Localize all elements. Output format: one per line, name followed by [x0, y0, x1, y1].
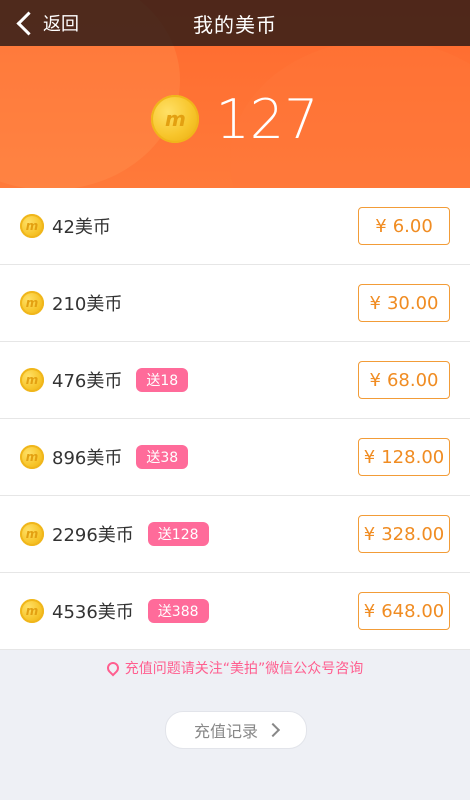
list-item: m 210美币 ¥ 30.00	[0, 265, 470, 342]
price-value: 68.00	[386, 369, 439, 391]
price-value: 648.00	[381, 600, 445, 622]
price-button[interactable]: ¥ 328.00	[358, 515, 450, 553]
coin-icon: m	[20, 445, 44, 469]
navbar: 返回 我的美币	[0, 0, 470, 46]
coin-icon: m	[20, 368, 44, 392]
price-button[interactable]: ¥ 128.00	[358, 438, 450, 476]
coin-icon: m	[20, 214, 44, 238]
coin-icon: m	[151, 95, 200, 143]
list-item: m 896美币 送38 ¥ 128.00	[0, 419, 470, 496]
package-label: 2296美币	[52, 525, 134, 546]
price-button[interactable]: ¥ 6.00	[358, 207, 450, 245]
bonus-badge: 送18	[136, 368, 189, 392]
price-button[interactable]: ¥ 68.00	[358, 361, 450, 399]
package-label: 4536美币	[52, 602, 134, 623]
package-label: 476美币	[52, 371, 123, 392]
history-label: 充值记录	[193, 722, 258, 741]
list-item: m 42美币 ¥ 6.00	[0, 188, 470, 265]
price-value: 328.00	[381, 523, 445, 545]
package-label: 42美币	[52, 217, 111, 238]
bonus-badge: 送38	[136, 445, 189, 469]
package-list: m 42美币 ¥ 6.00 m 210美币 ¥ 30.00 m 476美币 送1…	[0, 188, 470, 650]
currency-symbol: ¥	[369, 369, 381, 391]
list-item: m 4536美币 送388 ¥ 648.00	[0, 573, 470, 650]
coin-icon: m	[20, 291, 44, 315]
recharge-history-button[interactable]: 充值记录	[165, 711, 307, 749]
price-button[interactable]: ¥ 648.00	[358, 592, 450, 630]
support-notice: 充值问题请关注“美拍”微信公众号咨询	[0, 658, 470, 678]
price-value: 6.00	[392, 215, 433, 237]
bonus-badge: 送388	[147, 599, 209, 623]
coin-icon: m	[20, 522, 44, 546]
price-value: 128.00	[381, 446, 445, 468]
location-pin-icon	[104, 659, 122, 677]
page-title: 我的美币	[193, 12, 277, 37]
balance-amount: 127	[215, 87, 319, 151]
coin-icon: m	[20, 599, 44, 623]
currency-symbol: ¥	[375, 215, 387, 237]
price-value: 30.00	[386, 292, 439, 314]
bonus-badge: 送128	[147, 522, 209, 546]
balance-display: m 127	[0, 84, 470, 154]
list-item: m 2296美币 送128 ¥ 328.00	[0, 496, 470, 573]
package-label: 896美币	[52, 448, 123, 469]
list-item: m 476美币 送18 ¥ 68.00	[0, 342, 470, 419]
price-button[interactable]: ¥ 30.00	[358, 284, 450, 322]
package-label: 210美币	[52, 294, 123, 315]
balance-header: 返回 我的美币 m 127	[0, 0, 470, 188]
notice-text: 充值问题请关注“美拍”微信公众号咨询	[124, 661, 364, 677]
currency-symbol: ¥	[369, 292, 381, 314]
currency-symbol: ¥	[363, 446, 376, 468]
chevron-right-icon	[265, 722, 281, 738]
currency-symbol: ¥	[363, 523, 376, 545]
currency-symbol: ¥	[363, 600, 376, 622]
